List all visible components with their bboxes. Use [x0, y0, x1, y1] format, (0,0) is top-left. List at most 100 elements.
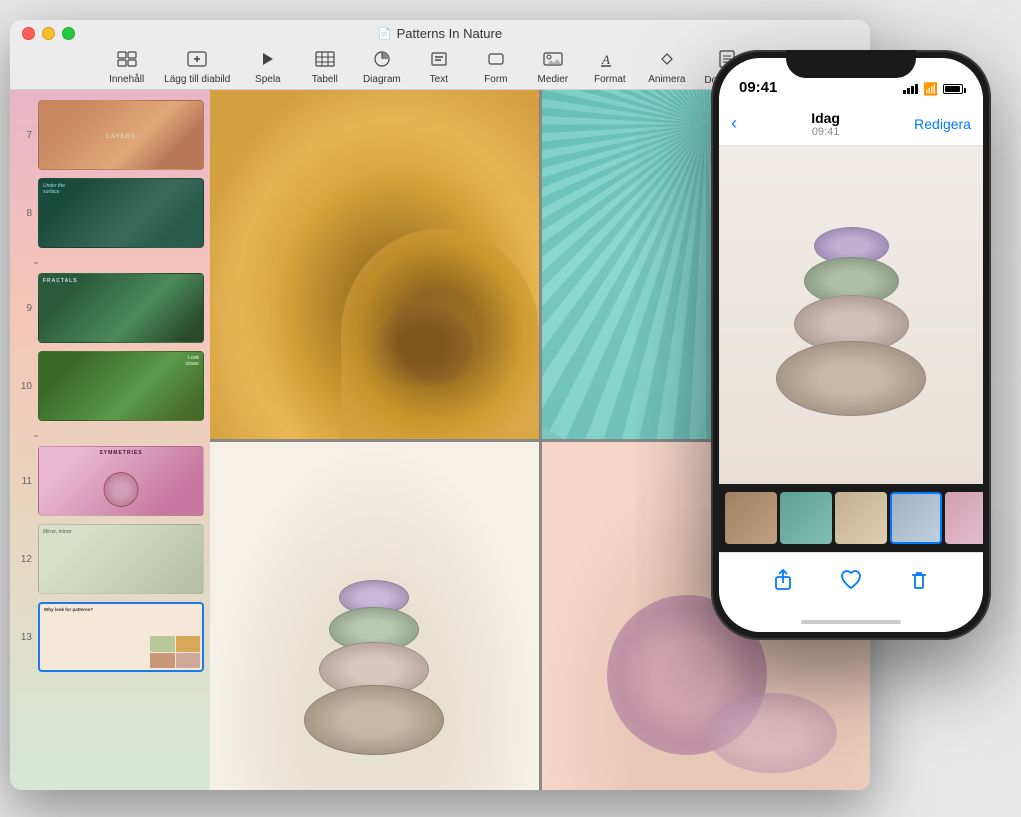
innehall-icon — [117, 51, 137, 72]
document-icon: 📄 — [378, 27, 392, 40]
chevron-row-2: ⌄ — [16, 427, 204, 440]
animera-label: Animera — [648, 74, 685, 85]
traffic-lights — [22, 27, 75, 40]
thumb-mini-3[interactable] — [835, 492, 887, 544]
favorite-button[interactable] — [840, 569, 862, 597]
urchin-bottom — [304, 685, 444, 755]
nav-subtitle: 09:41 — [812, 126, 840, 138]
slide-item-10[interactable]: 10 Lookcloser — [16, 349, 204, 423]
slide-7-content: LAYERS — [39, 105, 203, 169]
lagg-till-label: Lägg till diabild — [164, 74, 230, 85]
thumb-mini-5[interactable] — [945, 492, 983, 544]
spela-icon — [260, 51, 276, 72]
tabell-icon — [315, 51, 335, 72]
edit-button[interactable]: Redigera — [914, 116, 971, 132]
home-bar — [801, 620, 901, 624]
diagram-label: Diagram — [363, 74, 401, 85]
toolbar-spela[interactable]: Spela — [240, 48, 295, 88]
slide-11-label: SYMMETRIES — [39, 450, 203, 456]
slide-number-9: 9 — [16, 303, 32, 314]
innehall-label: Innehåll — [109, 74, 144, 85]
chevron-down-2: ⌄ — [32, 429, 40, 440]
slide-item-8[interactable]: 8 Under thesurface — [16, 176, 204, 250]
iphone-navbar: ‹ Idag 09:41 Redigera — [719, 102, 983, 146]
close-button[interactable] — [22, 27, 35, 40]
toolbar-text[interactable]: Text — [411, 48, 466, 88]
battery-icon — [943, 84, 963, 94]
slide-item-7[interactable]: 7 LAYERS — [16, 98, 204, 172]
slide-9-label: FRACTALS — [43, 278, 78, 284]
back-button[interactable]: ‹ — [731, 113, 737, 134]
slide-number-8: 8 — [16, 208, 32, 219]
urchin-stack — [304, 580, 444, 755]
text-icon — [431, 51, 447, 72]
toolbar-format[interactable]: A Format — [582, 48, 637, 88]
canvas-cell-bl — [210, 442, 539, 791]
slide-panel: 7 LAYERS 8 Under thesurface ⌄ 9 — [10, 90, 210, 790]
toolbar-tabell[interactable]: Tabell — [297, 48, 352, 88]
slide-thumb-9: FRACTALS — [38, 273, 204, 343]
slide-item-12[interactable]: 12 Mirror, mirror — [16, 522, 204, 596]
status-time: 09:41 — [739, 79, 777, 96]
slide-12-label: Mirror, mirror — [43, 529, 72, 535]
format-icon: A — [601, 51, 619, 72]
animera-icon — [658, 51, 676, 72]
slide-thumb-13: Why look for patterns? — [38, 602, 204, 672]
thumb-mini-4[interactable] — [890, 492, 942, 544]
iphone-screen: 09:41 📶 — [719, 58, 983, 632]
iphone-thumb-strip — [719, 484, 983, 552]
iphone-device: 09:41 📶 — [711, 50, 991, 640]
toolbar-innehall[interactable]: Innehåll — [99, 48, 154, 88]
title-text: Patterns In Nature — [397, 26, 503, 41]
maximize-button[interactable] — [62, 27, 75, 40]
status-icons: 📶 — [903, 82, 963, 96]
thumb-mini-2[interactable] — [780, 492, 832, 544]
delete-button[interactable] — [908, 569, 930, 597]
share-button[interactable] — [772, 569, 794, 597]
slide-11-circle — [104, 472, 139, 507]
thumb-mini-1[interactable] — [725, 492, 777, 544]
slide-thumb-10: Lookcloser — [38, 351, 204, 421]
form-icon — [487, 51, 505, 72]
phone-urchin-stack — [776, 227, 926, 416]
iphone-notch — [786, 50, 916, 78]
slide-item-13[interactable]: 13 Why look for patterns? — [16, 600, 204, 674]
slide-13-label: Why look for patterns? — [44, 607, 93, 613]
slide-number-13: 13 — [16, 632, 32, 643]
toolbar-animera[interactable]: Animera — [639, 48, 694, 88]
slide-number-7: 7 — [16, 130, 32, 141]
nav-title-block: Idag 09:41 — [811, 110, 840, 138]
window-title: 📄 Patterns In Nature — [378, 26, 502, 41]
iphone-bottom-bar — [719, 552, 983, 612]
lagg-till-icon — [187, 51, 207, 72]
nav-title: Idag — [811, 110, 840, 126]
medier-label: Medier — [538, 74, 569, 85]
toolbar-medier[interactable]: Medier — [525, 48, 580, 88]
chevron-row-1: ⌄ — [16, 254, 204, 267]
slide-item-11[interactable]: 11 SYMMETRIES — [16, 444, 204, 518]
slide-10-label: Lookcloser — [186, 355, 199, 367]
slide-13-imgs — [150, 636, 200, 668]
medier-icon — [543, 51, 563, 72]
text-label: Text — [430, 74, 448, 85]
toolbar-diagram[interactable]: Diagram — [354, 48, 409, 88]
wifi-icon: 📶 — [923, 82, 938, 96]
slide-number-10: 10 — [16, 381, 32, 392]
slide-8-label: Under thesurface — [43, 183, 65, 195]
toolbar-lagg-till[interactable]: Lägg till diabild — [156, 48, 238, 88]
phone-urchin-4 — [776, 341, 926, 416]
iphone-home-indicator — [719, 612, 983, 632]
slide-item-9[interactable]: 9 FRACTALS — [16, 271, 204, 345]
urchin-partial — [707, 693, 837, 773]
signal-icon — [903, 84, 918, 94]
format-label: Format — [594, 74, 626, 85]
slide-thumb-8: Under thesurface — [38, 178, 204, 248]
slide-number-12: 12 — [16, 554, 32, 565]
tabell-label: Tabell — [312, 74, 338, 85]
canvas-cell-tl — [210, 90, 539, 439]
iphone-photo-area — [719, 146, 983, 484]
spela-label: Spela — [255, 74, 281, 85]
minimize-button[interactable] — [42, 27, 55, 40]
toolbar-form[interactable]: Form — [468, 48, 523, 88]
form-label: Form — [484, 74, 507, 85]
